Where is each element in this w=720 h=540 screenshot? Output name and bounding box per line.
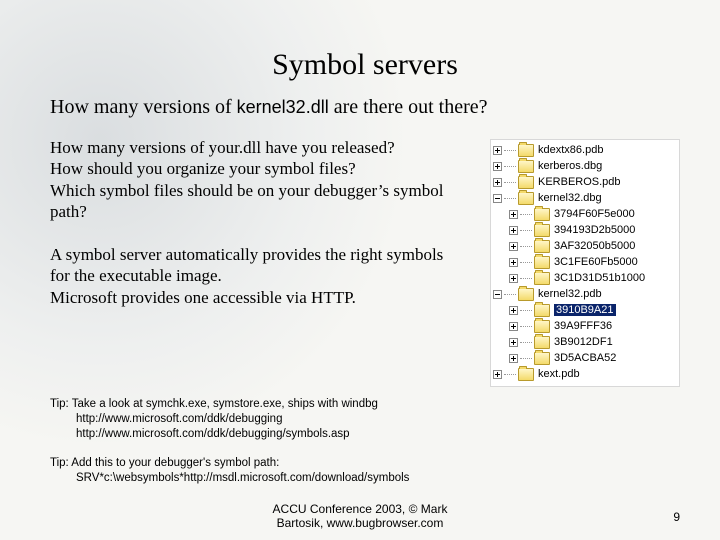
expand-icon[interactable] bbox=[493, 146, 502, 155]
expand-icon[interactable] bbox=[509, 322, 518, 331]
tree-connector bbox=[504, 198, 516, 199]
expand-icon[interactable] bbox=[509, 226, 518, 235]
footer-line1: ACCU Conference 2003, © Mark bbox=[0, 502, 720, 516]
tip2-lead: Tip: Add this to your debugger's symbol … bbox=[50, 457, 279, 469]
folder-icon bbox=[518, 192, 534, 205]
folder-icon bbox=[534, 320, 550, 333]
tree-label[interactable]: 394193D2b5000 bbox=[554, 224, 635, 236]
subtitle-before: How many versions of bbox=[50, 96, 237, 118]
tree-node[interactable]: kdextx86.pdb bbox=[493, 142, 677, 158]
folder-icon bbox=[534, 224, 550, 237]
tree-label[interactable]: 3C1FE60Fb5000 bbox=[554, 256, 638, 268]
tree-node[interactable]: kernel32.pdb bbox=[493, 286, 677, 302]
tree-label[interactable]: kdextx86.pdb bbox=[538, 144, 603, 156]
tip1-line3: http://www.microsoft.com/ddk/debugging/s… bbox=[50, 427, 680, 442]
tree-node[interactable]: kernel32.dbg bbox=[493, 190, 677, 206]
expand-icon[interactable] bbox=[509, 258, 518, 267]
file-tree[interactable]: kdextx86.pdb kerberos.dbg KERBEROS.pdb kern… bbox=[490, 139, 680, 387]
folder-icon bbox=[518, 176, 534, 189]
tree-connector bbox=[520, 230, 532, 231]
tree-node[interactable]: 3910B9A21 bbox=[493, 302, 677, 318]
tip1-line2: http://www.microsoft.com/ddk/debugging bbox=[50, 412, 680, 427]
tree-connector bbox=[504, 374, 516, 375]
tip1-lead: Tip: Take a look at symchk.exe, symstore… bbox=[50, 398, 378, 410]
tree-connector bbox=[504, 182, 516, 183]
tree-node[interactable]: 394193D2b5000 bbox=[493, 222, 677, 238]
folder-icon bbox=[518, 144, 534, 157]
expand-icon[interactable] bbox=[493, 162, 502, 171]
tree-label[interactable]: 3B9012DF1 bbox=[554, 336, 613, 348]
body-text: How many versions of your.dll have you r… bbox=[50, 137, 466, 330]
tree-label[interactable]: kernel32.pdb bbox=[538, 288, 602, 300]
tree-label[interactable]: KERBEROS.pdb bbox=[538, 176, 621, 188]
page-number: 9 bbox=[673, 510, 680, 524]
tree-connector bbox=[520, 214, 532, 215]
tree-label[interactable]: 3794F60F5e000 bbox=[554, 208, 635, 220]
tree-connector bbox=[520, 278, 532, 279]
collapse-icon[interactable] bbox=[493, 290, 502, 299]
tree-node[interactable]: 39A9FFF36 bbox=[493, 318, 677, 334]
tree-connector bbox=[520, 342, 532, 343]
tree-connector bbox=[520, 246, 532, 247]
slide: Symbol servers How many versions of kern… bbox=[0, 0, 720, 540]
tree-label[interactable]: kernel32.dbg bbox=[538, 192, 602, 204]
paragraph-1: How many versions of your.dll have you r… bbox=[50, 137, 466, 222]
folder-icon bbox=[518, 160, 534, 173]
collapse-icon[interactable] bbox=[493, 194, 502, 203]
expand-icon[interactable] bbox=[509, 274, 518, 283]
folder-icon bbox=[518, 288, 534, 301]
tree-label[interactable]: kerberos.dbg bbox=[538, 160, 602, 172]
expand-icon[interactable] bbox=[509, 210, 518, 219]
slide-subtitle: How many versions of kernel32.dll are th… bbox=[50, 96, 680, 119]
tree-label[interactable]: 3D5ACBA52 bbox=[554, 352, 616, 364]
expand-icon[interactable] bbox=[493, 178, 502, 187]
folder-icon bbox=[534, 336, 550, 349]
expand-icon[interactable] bbox=[509, 338, 518, 347]
expand-icon[interactable] bbox=[509, 242, 518, 251]
slide-title: Symbol servers bbox=[50, 48, 680, 82]
expand-icon[interactable] bbox=[509, 354, 518, 363]
tree-node[interactable]: 3C1FE60Fb5000 bbox=[493, 254, 677, 270]
tip2-line2: SRV*c:\websymbols*http://msdl.microsoft.… bbox=[50, 471, 680, 486]
expand-icon[interactable] bbox=[493, 370, 502, 379]
tree-node[interactable]: kerberos.dbg bbox=[493, 158, 677, 174]
tree-connector bbox=[520, 326, 532, 327]
slide-footer: ACCU Conference 2003, © Mark Bartosik, w… bbox=[0, 502, 720, 530]
footer-line2: Bartosik, www.bugbrowser.com bbox=[0, 516, 720, 530]
tree-label[interactable]: kext.pdb bbox=[538, 368, 580, 380]
content-columns: How many versions of your.dll have you r… bbox=[50, 137, 680, 387]
tree-connector bbox=[520, 262, 532, 263]
subtitle-after: are there out there? bbox=[329, 96, 488, 118]
tip-1: Tip: Take a look at symchk.exe, symstore… bbox=[50, 397, 680, 442]
folder-icon bbox=[518, 368, 534, 381]
tree-label[interactable]: 39A9FFF36 bbox=[554, 320, 612, 332]
tree-node[interactable]: 3AF32050b5000 bbox=[493, 238, 677, 254]
tree-connector bbox=[520, 310, 532, 311]
tree-node[interactable]: kext.pdb bbox=[493, 366, 677, 382]
folder-icon bbox=[534, 256, 550, 269]
tree-label[interactable]: 3C1D31D51b1000 bbox=[554, 272, 645, 284]
subtitle-mono: kernel32.dll bbox=[237, 97, 329, 117]
folder-icon bbox=[534, 208, 550, 221]
folder-icon bbox=[534, 240, 550, 253]
tree-connector bbox=[504, 166, 516, 167]
tree-node[interactable]: 3B9012DF1 bbox=[493, 334, 677, 350]
tree-node[interactable]: KERBEROS.pdb bbox=[493, 174, 677, 190]
tree-label[interactable]: 3AF32050b5000 bbox=[554, 240, 635, 252]
folder-icon bbox=[534, 304, 550, 317]
expand-icon[interactable] bbox=[509, 306, 518, 315]
tree-node[interactable]: 3D5ACBA52 bbox=[493, 350, 677, 366]
tree-connector bbox=[504, 294, 516, 295]
folder-icon bbox=[534, 272, 550, 285]
tip-2: Tip: Add this to your debugger's symbol … bbox=[50, 456, 680, 486]
tree-connector bbox=[520, 358, 532, 359]
folder-icon bbox=[534, 352, 550, 365]
tree-node[interactable]: 3C1D31D51b1000 bbox=[493, 270, 677, 286]
tree-node[interactable]: 3794F60F5e000 bbox=[493, 206, 677, 222]
tree-label[interactable]: 3910B9A21 bbox=[554, 304, 616, 316]
tree-connector bbox=[504, 150, 516, 151]
paragraph-2: A symbol server automatically provides t… bbox=[50, 244, 466, 308]
tips-block: Tip: Take a look at symchk.exe, symstore… bbox=[50, 397, 680, 486]
